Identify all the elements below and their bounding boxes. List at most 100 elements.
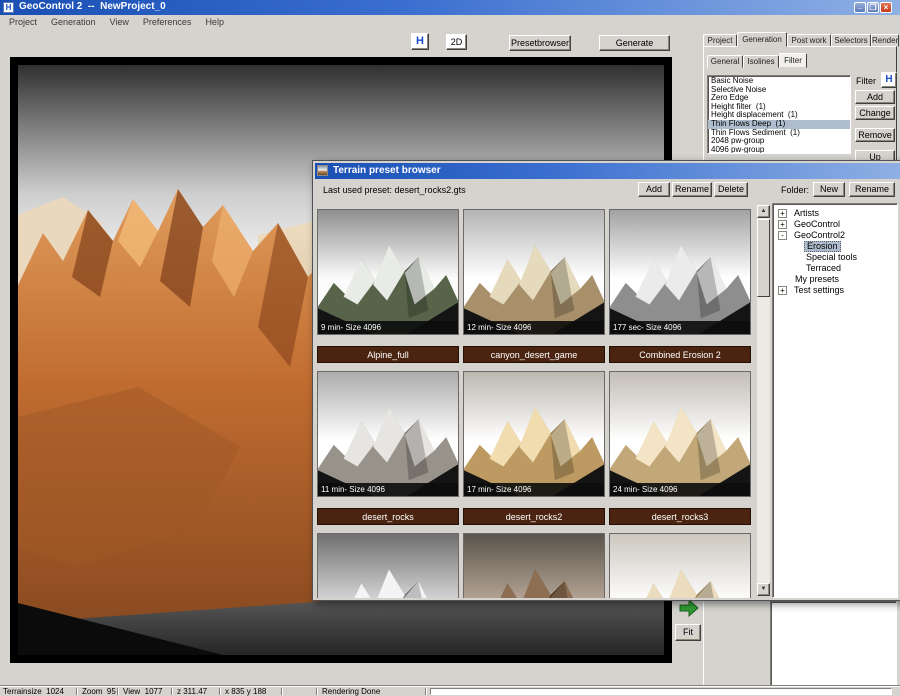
terrain-thumbnail-art bbox=[318, 372, 458, 496]
menu-generation[interactable]: Generation bbox=[44, 15, 103, 29]
tree-item-label[interactable]: GeoControl2 bbox=[792, 230, 847, 241]
preset-thumbnail[interactable] bbox=[463, 533, 605, 598]
preset-browser-window: Terrain preset browser Last used preset:… bbox=[312, 160, 900, 601]
terrain-thumbnail-art bbox=[464, 534, 604, 598]
tree-item-erosion[interactable]: Erosion bbox=[773, 241, 897, 252]
preset-render-time: 11 min- Size 4096 bbox=[318, 483, 458, 496]
apply-arrow-icon[interactable] bbox=[678, 598, 700, 618]
menu-preferences[interactable]: Preferences bbox=[136, 15, 199, 29]
preset-add-button[interactable]: Add bbox=[638, 182, 670, 197]
preset-render-time: 177 sec- Size 4096 bbox=[610, 321, 750, 334]
preset-thumbnail[interactable] bbox=[609, 533, 751, 598]
right-panel-empty-list bbox=[770, 601, 897, 686]
view-2d-button[interactable]: 2D bbox=[446, 34, 467, 50]
fit-button[interactable]: Fit bbox=[675, 624, 701, 641]
preset-browser-title-bar[interactable]: Terrain preset browser bbox=[315, 163, 900, 179]
preset-delete-button[interactable]: Delete bbox=[714, 182, 748, 197]
last-used-preset-label: Last used preset: desert_rocks2.gts bbox=[323, 185, 466, 195]
preset-cell[interactable] bbox=[463, 533, 605, 598]
close-button[interactable]: × bbox=[880, 2, 892, 13]
preset-cell[interactable]: 12 min- Size 4096 canyon_desert_game bbox=[463, 209, 605, 363]
status-divider bbox=[425, 688, 427, 695]
preset-thumbnail[interactable]: 12 min- Size 4096 bbox=[463, 209, 605, 335]
folder-rename-button[interactable]: Rename bbox=[849, 182, 895, 197]
preset-name-bar[interactable]: desert_rocks bbox=[317, 508, 459, 525]
title-bar[interactable]: H GeoControl 2 -- NewProject_0 _ ❐ × bbox=[0, 0, 900, 15]
preset-render-time: 17 min- Size 4096 bbox=[464, 483, 604, 496]
preset-browser-title: Terrain preset browser bbox=[333, 165, 441, 176]
tree-item-terraced[interactable]: Terraced bbox=[773, 263, 897, 274]
tree-expand-icon[interactable]: + bbox=[778, 209, 787, 218]
subtab-isolines[interactable]: Isolines bbox=[743, 55, 779, 68]
tree-item-special-tools[interactable]: Special tools bbox=[773, 252, 897, 263]
preset-cell[interactable]: 177 sec- Size 4096 Combined Erosion 2 bbox=[609, 209, 751, 363]
status-divider bbox=[316, 688, 318, 695]
scrollbar-thumb[interactable] bbox=[757, 219, 770, 297]
preset-browser-icon bbox=[317, 165, 328, 176]
progress-bar bbox=[430, 688, 892, 695]
preset-render-time: 24 min- Size 4096 bbox=[610, 483, 750, 496]
preset-cell[interactable]: 11 min- Size 4096 desert_rocks bbox=[317, 371, 459, 525]
preset-thumbnail[interactable]: 177 sec- Size 4096 bbox=[609, 209, 751, 335]
preset-name-bar[interactable]: desert_rocks2 bbox=[463, 508, 605, 525]
preset-name-bar[interactable]: canyon_desert_game bbox=[463, 346, 605, 363]
terrain-thumbnail-art bbox=[318, 210, 458, 334]
generate-button[interactable]: Generate bbox=[599, 35, 670, 51]
tree-expand-icon[interactable]: + bbox=[778, 286, 787, 295]
preset-cell[interactable] bbox=[317, 533, 459, 598]
preset-name-bar[interactable]: Alpine_full bbox=[317, 346, 459, 363]
scrollbar-down-button[interactable]: ▼ bbox=[757, 583, 770, 596]
tree-collapse-icon[interactable]: - bbox=[778, 231, 787, 240]
preset-grid-scrollbar[interactable]: ▲ ▼ bbox=[757, 205, 770, 596]
filter-add-button[interactable]: Add bbox=[855, 90, 895, 104]
maximize-button[interactable]: ❐ bbox=[867, 2, 879, 13]
filter-change-button[interactable]: Change bbox=[855, 106, 895, 120]
menu-view[interactable]: View bbox=[103, 15, 136, 29]
folder-new-button[interactable]: New bbox=[813, 182, 845, 197]
presetbrowser-button[interactable]: Presetbrowser bbox=[509, 35, 571, 51]
minimize-button[interactable]: _ bbox=[854, 2, 866, 13]
tree-item-my-presets[interactable]: My presets bbox=[773, 274, 897, 285]
filter-remove-button[interactable]: Remove bbox=[855, 128, 895, 142]
tree-item-geocontrol2[interactable]: -GeoControl2 bbox=[773, 230, 897, 241]
tree-item-label[interactable]: GeoControl bbox=[792, 219, 842, 230]
preset-thumbnail[interactable]: 11 min- Size 4096 bbox=[317, 371, 459, 497]
preset-thumbnail[interactable]: 17 min- Size 4096 bbox=[463, 371, 605, 497]
menu-help[interactable]: Help bbox=[198, 15, 231, 29]
preset-cell[interactable] bbox=[609, 533, 751, 598]
status-divider bbox=[219, 688, 221, 695]
tree-item-label[interactable]: My presets bbox=[793, 274, 841, 285]
preset-thumbnail[interactable]: 9 min- Size 4096 bbox=[317, 209, 459, 335]
preset-cell[interactable]: 9 min- Size 4096 Alpine_full bbox=[317, 209, 459, 363]
folder-label: Folder: bbox=[781, 185, 809, 195]
h-logo-button[interactable]: H bbox=[411, 33, 429, 50]
tree-item-label[interactable]: Artists bbox=[792, 208, 821, 219]
preset-thumbnail[interactable] bbox=[317, 533, 459, 598]
tree-item-geocontrol[interactable]: + GeoControl bbox=[773, 219, 897, 230]
preset-rename-button[interactable]: Rename bbox=[672, 182, 712, 197]
preset-cell[interactable]: 24 min- Size 4096 desert_rocks3 bbox=[609, 371, 751, 525]
tree-item-artists[interactable]: + Artists bbox=[773, 208, 897, 219]
tree-item-label[interactable]: Special tools bbox=[804, 252, 859, 263]
tab-generation[interactable]: Generation bbox=[737, 32, 787, 47]
preset-cell[interactable]: 17 min- Size 4096 desert_rocks2 bbox=[463, 371, 605, 525]
menu-project[interactable]: Project bbox=[2, 15, 44, 29]
filter-list-item[interactable]: 4096 pw-group bbox=[708, 146, 850, 154]
preset-folder-tree: + Artists + GeoControl -GeoControl2 Erosio… bbox=[772, 203, 898, 598]
scroll-up-icon: ▲ bbox=[761, 208, 767, 214]
filter-h-button[interactable]: H bbox=[881, 72, 897, 88]
close-icon: × bbox=[884, 3, 889, 12]
terrain-thumbnail-art bbox=[464, 372, 604, 496]
subtab-general[interactable]: General bbox=[707, 55, 743, 68]
scrollbar-up-button[interactable]: ▲ bbox=[757, 205, 770, 218]
preset-name-bar[interactable]: Combined Erosion 2 bbox=[609, 346, 751, 363]
tree-item-test-settings[interactable]: + Test settings bbox=[773, 285, 897, 296]
tree-expand-icon[interactable]: + bbox=[778, 220, 787, 229]
tree-item-label-selected[interactable]: Erosion bbox=[804, 241, 841, 252]
preset-thumbnail[interactable]: 24 min- Size 4096 bbox=[609, 371, 751, 497]
tree-item-label[interactable]: Terraced bbox=[804, 263, 843, 274]
subtab-filter[interactable]: Filter bbox=[779, 53, 807, 68]
main-tab-strip: Project Generation Post work Selectors R… bbox=[703, 31, 899, 47]
preset-name-bar[interactable]: desert_rocks3 bbox=[609, 508, 751, 525]
tree-item-label[interactable]: Test settings bbox=[792, 285, 846, 296]
